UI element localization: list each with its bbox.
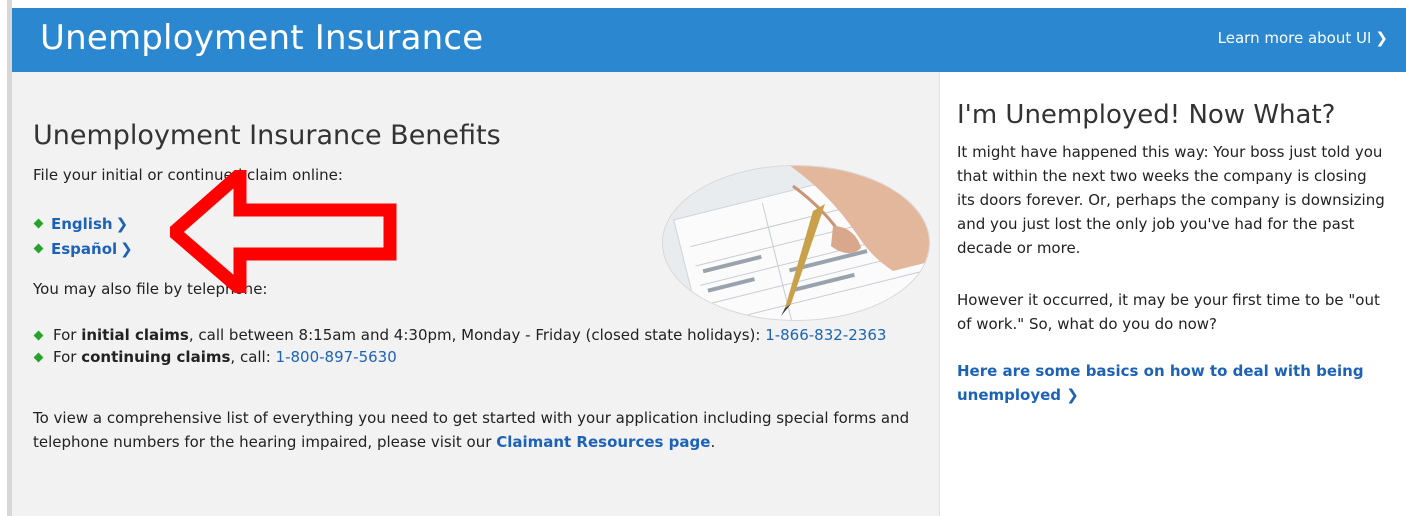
resources-suffix: . bbox=[710, 433, 716, 451]
left-arrow-icon bbox=[170, 170, 397, 293]
language-list: English ❯ Español ❯ bbox=[33, 212, 133, 262]
learn-more-label: Learn more about UI bbox=[1217, 29, 1372, 47]
basics-label: Here are some basics on how to deal with… bbox=[957, 362, 1364, 404]
initial-claims-hours: , call between 8:15am and 4:30pm, Monday… bbox=[188, 326, 766, 344]
benefits-heading: Unemployment Insurance Benefits bbox=[33, 120, 501, 151]
chevron-right-icon: ❯ bbox=[120, 240, 133, 258]
english-label: English bbox=[51, 215, 113, 233]
sidebar-paragraph: However it occurred, it may be your firs… bbox=[957, 291, 1380, 333]
diamond-bullet-icon bbox=[33, 243, 44, 254]
page-title: Unemployment Insurance bbox=[40, 18, 484, 58]
espanol-link[interactable]: Español ❯ bbox=[51, 240, 133, 258]
hand-signing-form-illustration bbox=[663, 166, 929, 320]
sidebar: I'm Unemployed! Now What? It might have … bbox=[940, 72, 1406, 516]
initial-claims-item: For initial claims, call between 8:15am … bbox=[33, 324, 913, 346]
claimant-resources-link[interactable]: Claimant Resources page bbox=[496, 433, 710, 451]
sidebar-heading: I'm Unemployed! Now What? bbox=[957, 100, 1336, 130]
initial-prefix: For bbox=[53, 326, 82, 344]
initial-claims-label: initial claims bbox=[81, 326, 189, 344]
resources-paragraph: To view a comprehensive list of everythi… bbox=[33, 406, 913, 454]
diamond-bullet-icon bbox=[33, 330, 44, 341]
main-content: Unemployment Insurance Benefits File you… bbox=[12, 72, 940, 516]
continuing-claims-phone-link[interactable]: 1-800-897-5630 bbox=[276, 348, 397, 366]
chevron-right-icon: ❯ bbox=[1375, 29, 1388, 47]
list-item: English ❯ bbox=[33, 212, 133, 237]
espanol-label: Español bbox=[51, 240, 118, 258]
hand-signing-form-photo bbox=[662, 165, 930, 321]
diamond-bullet-icon bbox=[33, 218, 44, 229]
page-header: Unemployment Insurance Learn more about … bbox=[12, 8, 1406, 72]
continuing-claims-item: For continuing claims, call: 1-800-897-5… bbox=[33, 346, 913, 368]
list-item: Español ❯ bbox=[33, 237, 133, 262]
unemployment-basics-link[interactable]: Here are some basics on how to deal with… bbox=[957, 359, 1387, 407]
diamond-bullet-icon bbox=[33, 352, 44, 363]
chevron-right-icon: ❯ bbox=[115, 215, 129, 233]
continuing-claims-text: , call: bbox=[230, 348, 276, 366]
phone-claims-list: For initial claims, call between 8:15am … bbox=[33, 324, 913, 368]
chevron-right-icon: ❯ bbox=[1066, 386, 1079, 404]
sidebar-paragraph: It might have happened this way: Your bo… bbox=[957, 143, 1385, 257]
continuing-claims-label: continuing claims bbox=[81, 348, 231, 366]
continuing-prefix: For bbox=[53, 348, 82, 366]
resources-text: To view a comprehensive list of everythi… bbox=[33, 409, 910, 451]
initial-claims-phone-link[interactable]: 1-866-832-2363 bbox=[765, 326, 886, 344]
english-link[interactable]: English ❯ bbox=[51, 215, 128, 233]
learn-more-link[interactable]: Learn more about UI ❯ bbox=[1218, 29, 1388, 47]
